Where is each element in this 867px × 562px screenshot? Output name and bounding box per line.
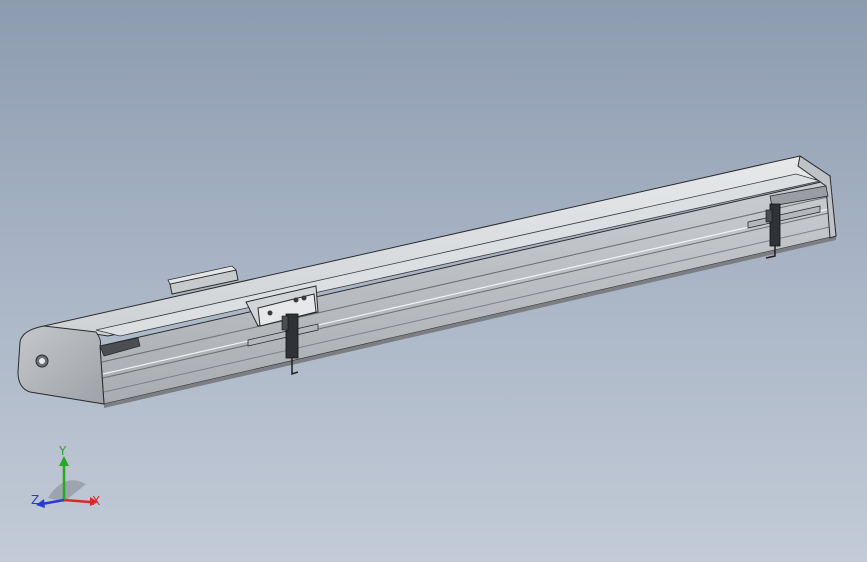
end-cap-bore-inner xyxy=(39,358,45,364)
linear-actuator-model[interactable] xyxy=(0,0,867,562)
carriage-bolt-icon xyxy=(301,295,307,301)
carriage-bolt-icon xyxy=(293,297,299,303)
triad-x-label: X xyxy=(92,494,101,508)
triad-shading xyxy=(48,480,86,502)
carriage-bolt-icon xyxy=(267,310,273,316)
x-axis-line xyxy=(63,498,91,504)
triad-z-label: Z xyxy=(31,493,40,507)
triad-y-label: Y xyxy=(59,444,67,458)
left-end-cap xyxy=(17,325,105,405)
graphics-viewport[interactable]: X Y Z xyxy=(0,0,867,562)
z-axis-line xyxy=(41,498,65,506)
